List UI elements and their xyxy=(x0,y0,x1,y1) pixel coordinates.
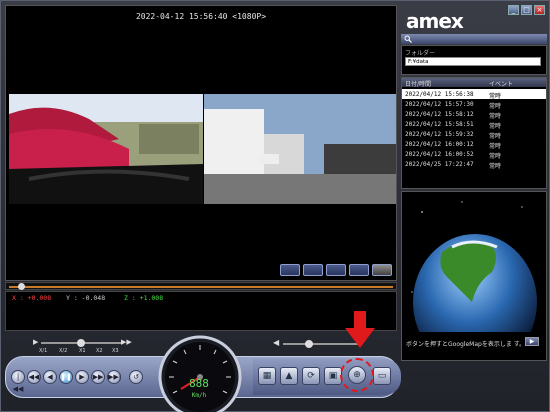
recording-datetime: 2022/04/12 16:00:52 xyxy=(405,151,474,158)
close-icon[interactable]: × xyxy=(534,5,545,15)
speed-readout: 888 xyxy=(189,377,209,390)
pip-view-button[interactable] xyxy=(326,264,346,276)
speed-label: X/1 xyxy=(39,348,48,354)
recording-datetime: 2022/04/12 15:59:32 xyxy=(405,131,474,138)
recording-datetime: 2022/04/12 16:00:12 xyxy=(405,141,474,148)
timeline-track xyxy=(9,286,393,288)
search-strip[interactable] xyxy=(401,34,547,44)
step-back-button[interactable]: ◀ xyxy=(43,370,57,384)
front-camera-view[interactable] xyxy=(9,94,203,204)
list-item[interactable]: 2022/04/12 15:58:12 常時 xyxy=(402,109,546,120)
list-item[interactable]: 2022/04/12 15:59:32 常時 xyxy=(402,129,546,140)
red-circle-annotation xyxy=(340,358,374,392)
column-date[interactable]: 日付/時間 xyxy=(405,79,431,88)
speed-slider-knob[interactable] xyxy=(77,339,85,347)
recording-datetime: 2022/04/25 17:22:47 xyxy=(405,161,474,168)
red-arrow-annotation xyxy=(345,311,375,348)
skip-start-button[interactable]: |◀◀ xyxy=(11,370,25,393)
recording-list: 日付/時間 イベント 2022/04/12 15:56:38 常時 2022/04/… xyxy=(401,77,547,189)
list-item[interactable]: 2022/04/25 17:22:47 常時 xyxy=(402,159,546,170)
video-header: 2022-04-12 15:56:40 <1080P> xyxy=(135,12,267,21)
globe-image xyxy=(402,192,546,332)
list-item[interactable]: 2022/04/12 15:57:30 常時 xyxy=(402,99,546,110)
speed-label: X/2 xyxy=(59,348,68,354)
timeline-knob[interactable] xyxy=(18,283,25,290)
recording-event: 常時 xyxy=(489,163,502,170)
recording-datetime: 2022/04/12 15:57:30 xyxy=(405,101,474,108)
app-window: 2022-04-12 15:56:40 <1080P> X: +0.008 Y… xyxy=(0,0,550,412)
recording-datetime: 2022/04/12 15:58:51 xyxy=(405,121,474,128)
playback-speed-slider[interactable] xyxy=(41,339,123,347)
column-event[interactable]: イベント xyxy=(489,79,513,88)
folder-path-field[interactable]: F:¥data xyxy=(405,57,541,66)
list-item[interactable]: 2022/04/12 16:00:52 常時 xyxy=(402,149,546,160)
single-view-button[interactable] xyxy=(280,264,300,276)
fast-forward-button[interactable]: ▶▶ xyxy=(91,370,105,384)
film-icon[interactable]: ▦ xyxy=(258,367,276,385)
speed-label: X1 xyxy=(79,348,86,354)
app-logo: amex xyxy=(406,9,464,33)
map-panel: ボタンを押すとGoogleMapを表示しま す。 ▶ xyxy=(401,191,547,361)
folder-label: フォルダー xyxy=(405,50,436,57)
recording-datetime: 2022/04/12 15:56:38 xyxy=(405,91,474,98)
volume-slider-knob[interactable] xyxy=(305,340,313,348)
dual-view-button[interactable] xyxy=(303,264,323,276)
folder-icon[interactable]: ▭ xyxy=(373,367,391,385)
speedometer-gauge xyxy=(158,335,242,412)
pause-button[interactable]: ❚❚ xyxy=(59,370,73,384)
skip-end-button[interactable]: ▶▶| xyxy=(107,370,121,384)
maximize-icon[interactable]: □ xyxy=(521,5,532,15)
speed-labels: X/1 X/2 X1 X2 X3 xyxy=(39,348,129,356)
volume-icon[interactable]: ◀ xyxy=(273,338,279,347)
wide-view-button[interactable] xyxy=(349,264,369,276)
window-controls: _ □ × xyxy=(508,5,545,15)
speed-label: X3 xyxy=(112,348,119,354)
speed-up-icon[interactable]: ▶▶ xyxy=(121,338,132,346)
show-map-button[interactable]: ▶ xyxy=(525,337,539,346)
rewind-button[interactable]: ◀◀ xyxy=(27,370,41,384)
list-header: 日付/時間 イベント xyxy=(402,78,546,88)
list-item[interactable]: 2022/04/12 16:00:12 常時 xyxy=(402,139,546,150)
rotate-icon[interactable]: ⟳ xyxy=(302,367,320,385)
fullscreen-button[interactable] xyxy=(372,264,392,276)
minimize-icon[interactable]: _ xyxy=(508,5,519,15)
video-pane: 2022-04-12 15:56:40 <1080P> xyxy=(5,5,397,281)
speed-unit: Km/h xyxy=(191,392,207,399)
mountain-icon[interactable]: ▲ xyxy=(280,367,298,385)
gsensor-y-value: Y : -0.048 xyxy=(66,294,106,302)
rear-camera-view[interactable] xyxy=(204,94,396,204)
folder-panel: フォルダー F:¥data xyxy=(401,45,547,75)
gsensor-z-value: Z : +1.008 xyxy=(124,294,164,302)
repeat-button[interactable]: ↺ xyxy=(129,370,143,384)
speed-down-icon[interactable]: ▶ xyxy=(33,338,38,346)
map-hint: ボタンを押すとGoogleMapを表示しま す。 xyxy=(406,341,526,348)
view-mode-buttons xyxy=(280,264,392,276)
list-item[interactable]: 2022/04/12 15:58:51 常時 xyxy=(402,119,546,130)
speed-label: X2 xyxy=(96,348,103,354)
gsensor-x-value: X : +0.008 xyxy=(12,294,52,302)
search-icon[interactable] xyxy=(404,35,412,43)
recording-datetime: 2022/04/12 15:58:12 xyxy=(405,111,474,118)
list-item[interactable]: 2022/04/12 15:56:38 常時 xyxy=(402,89,546,100)
play-button[interactable]: ▶ xyxy=(75,370,89,384)
playback-timeline[interactable] xyxy=(5,282,397,290)
gsensor-graph: X : +0.008 Y : -0.048 Z : +1.008 xyxy=(5,291,397,331)
